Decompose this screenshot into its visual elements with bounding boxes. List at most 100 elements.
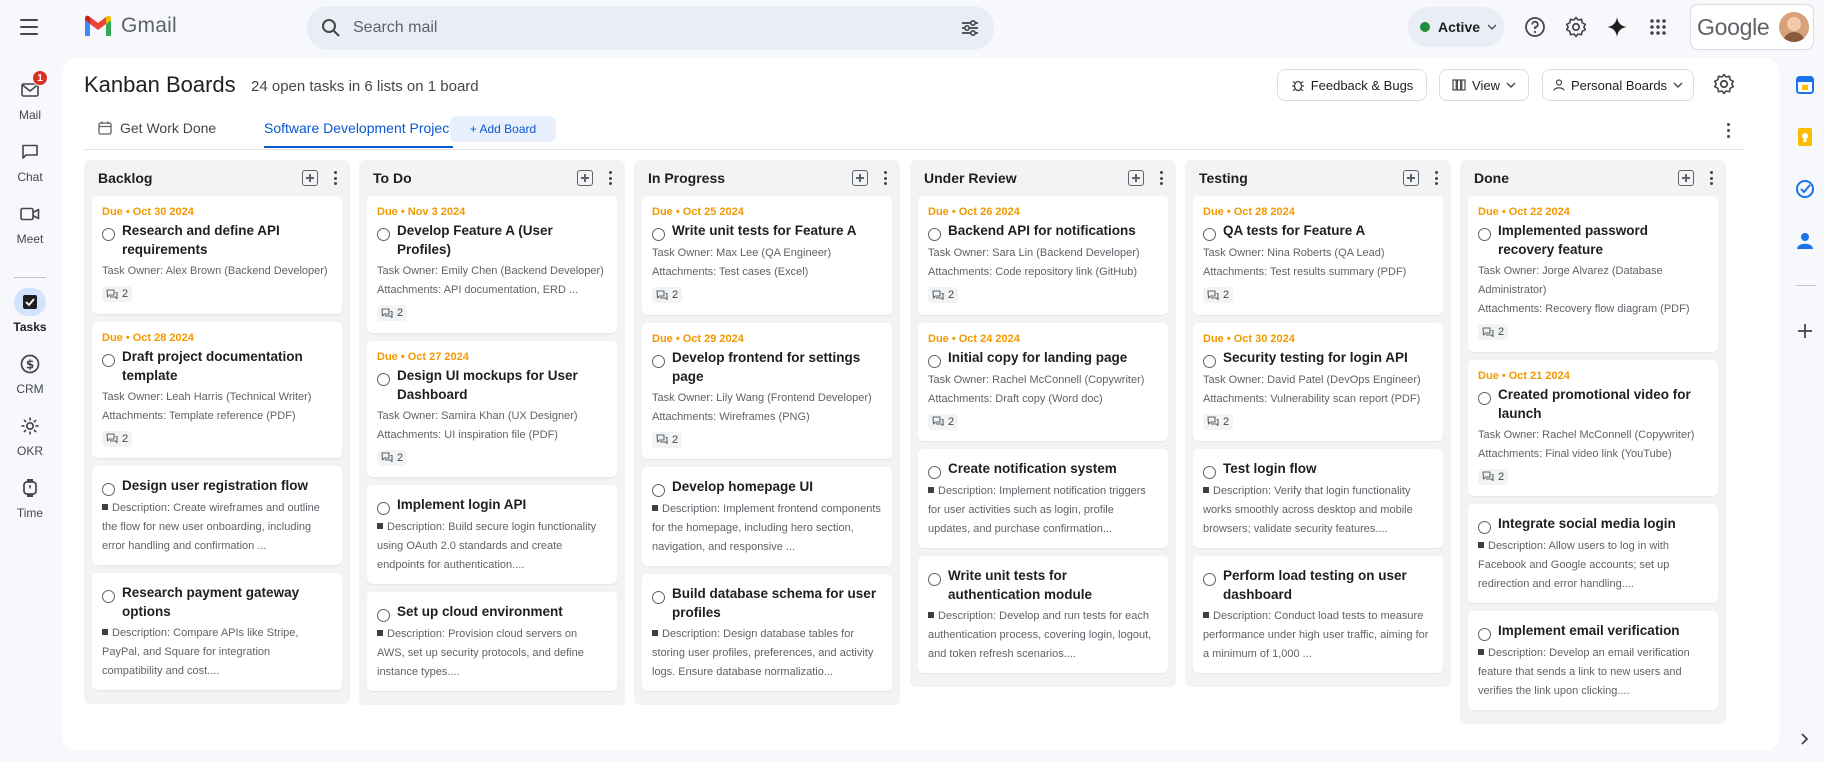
complete-task-checkbox[interactable] — [377, 372, 390, 386]
complete-task-checkbox[interactable] — [1478, 228, 1491, 241]
account-switcher[interactable]: Google — [1690, 4, 1814, 50]
task-card[interactable]: Due • Oct 29 2024 Develop frontend for se… — [642, 322, 892, 459]
gemini-sparkle-icon[interactable] — [1604, 14, 1630, 40]
column-menu-icon[interactable] — [1431, 170, 1441, 186]
search-icon[interactable] — [321, 18, 341, 38]
task-card[interactable]: Write unit tests for authentication modu… — [918, 556, 1168, 673]
task-card[interactable]: Due • Oct 25 2024 Write unit tests for Fe… — [642, 196, 892, 315]
task-card[interactable]: Due • Oct 22 2024 Implemented password re… — [1468, 196, 1718, 352]
complete-task-checkbox[interactable] — [1203, 228, 1216, 241]
complete-task-checkbox[interactable] — [102, 228, 115, 241]
complete-task-checkbox[interactable] — [928, 228, 941, 241]
add-task-icon[interactable] — [852, 170, 868, 186]
personal-boards-dropdown[interactable]: Personal Boards — [1542, 69, 1694, 101]
add-task-icon[interactable] — [302, 170, 318, 186]
task-card[interactable]: Implement email verification Description:… — [1468, 611, 1718, 710]
comments-count[interactable]: 2 — [1203, 287, 1234, 303]
comments-count[interactable]: 2 — [1478, 324, 1509, 340]
contacts-app-icon[interactable] — [1794, 230, 1816, 252]
task-card[interactable]: Perform load testing on user dashboard De… — [1193, 556, 1443, 673]
column-menu-icon[interactable] — [330, 170, 340, 186]
task-card[interactable]: Due • Oct 28 2024 Draft project documenta… — [92, 321, 342, 458]
column-menu-icon[interactable] — [1706, 170, 1716, 186]
complete-task-checkbox[interactable] — [1203, 466, 1216, 479]
add-task-icon[interactable] — [1128, 170, 1144, 186]
complete-task-checkbox[interactable] — [1203, 573, 1216, 586]
nav-item-meet[interactable]: Meet — [0, 200, 60, 246]
comments-count[interactable]: 2 — [102, 430, 133, 447]
task-card[interactable]: Set up cloud environment Description: Pro… — [367, 592, 617, 691]
comments-count[interactable]: 2 — [652, 287, 683, 303]
comments-count[interactable]: 2 — [928, 413, 959, 430]
task-card[interactable]: Due • Oct 21 2024 Created promotional vid… — [1468, 359, 1718, 496]
gmail-logo[interactable]: Gmail — [83, 14, 177, 38]
feedback-button[interactable]: Feedback & Bugs — [1277, 69, 1427, 101]
nav-item-chat[interactable]: Chat — [0, 138, 60, 184]
complete-task-checkbox[interactable] — [1478, 521, 1491, 534]
add-task-icon[interactable] — [1678, 170, 1694, 186]
apps-grid-icon[interactable] — [1645, 14, 1671, 40]
board-settings-gear-icon[interactable] — [1713, 73, 1735, 95]
settings-gear-icon[interactable] — [1563, 14, 1589, 40]
help-icon[interactable] — [1522, 14, 1548, 40]
complete-task-checkbox[interactable] — [928, 466, 941, 479]
add-task-icon[interactable] — [577, 170, 593, 186]
nav-item-mail[interactable]: 1 Mail — [0, 70, 60, 122]
add-board-button[interactable]: + Add Board — [450, 116, 556, 142]
column-menu-icon[interactable] — [1156, 170, 1166, 186]
search-bar[interactable] — [307, 6, 994, 50]
task-card[interactable]: Due • Oct 24 2024 Initial copy for landin… — [918, 322, 1168, 441]
expand-panel-chevron-icon[interactable] — [1794, 728, 1816, 750]
avatar[interactable] — [1779, 12, 1810, 42]
complete-task-checkbox[interactable] — [102, 483, 115, 496]
task-card[interactable]: Create notification system Description: I… — [918, 449, 1168, 548]
add-task-icon[interactable] — [1403, 170, 1419, 186]
complete-task-checkbox[interactable] — [652, 484, 665, 497]
complete-task-checkbox[interactable] — [652, 228, 665, 241]
comments-count[interactable]: 2 — [377, 305, 408, 321]
add-app-icon[interactable] — [1794, 320, 1816, 342]
comments-count[interactable]: 2 — [1478, 468, 1509, 485]
nav-item-tasks[interactable]: Tasks — [0, 288, 60, 334]
complete-task-checkbox[interactable] — [928, 573, 941, 586]
main-menu-icon[interactable] — [19, 17, 39, 37]
task-card[interactable]: Design user registration flow Description… — [92, 466, 342, 565]
complete-task-checkbox[interactable] — [377, 502, 390, 515]
status-dropdown[interactable]: Active — [1408, 7, 1504, 47]
complete-task-checkbox[interactable] — [102, 353, 115, 367]
task-card[interactable]: Due • Oct 30 2024 Research and define API… — [92, 196, 342, 314]
complete-task-checkbox[interactable] — [1203, 354, 1216, 368]
complete-task-checkbox[interactable] — [377, 228, 390, 241]
task-card[interactable]: Implement login API Description: Build se… — [367, 485, 617, 584]
complete-task-checkbox[interactable] — [102, 590, 115, 603]
search-options-icon[interactable] — [960, 18, 980, 38]
task-card[interactable]: Develop homepage UI Description: Implemen… — [642, 467, 892, 566]
search-input[interactable] — [353, 19, 960, 37]
complete-task-checkbox[interactable] — [928, 354, 941, 368]
nav-item-okr[interactable]: OKR — [0, 412, 60, 458]
keep-app-icon[interactable] — [1794, 126, 1816, 148]
view-dropdown[interactable]: View — [1439, 69, 1529, 101]
task-card[interactable]: Due • Oct 26 2024 Backend API for notific… — [918, 196, 1168, 315]
complete-task-checkbox[interactable] — [652, 354, 665, 368]
comments-count[interactable]: 2 — [102, 286, 133, 302]
column-menu-icon[interactable] — [880, 170, 890, 186]
task-card[interactable]: Research payment gateway options Descript… — [92, 573, 342, 690]
task-card[interactable]: Test login flow Description: Verify that … — [1193, 449, 1443, 548]
complete-task-checkbox[interactable] — [1478, 391, 1491, 405]
comments-count[interactable]: 2 — [1203, 413, 1234, 430]
task-card[interactable]: Due • Oct 28 2024 QA tests for Feature A T… — [1193, 196, 1443, 315]
task-card[interactable]: Build database schema for user profiles D… — [642, 574, 892, 691]
tasks-app-icon[interactable] — [1794, 178, 1816, 200]
comments-count[interactable]: 2 — [652, 431, 683, 448]
comments-count[interactable]: 2 — [377, 449, 408, 466]
task-card[interactable]: Due • Oct 30 2024 Security testing for lo… — [1193, 322, 1443, 441]
tab-get-work-done[interactable]: Get Work Done — [98, 108, 216, 148]
complete-task-checkbox[interactable] — [1478, 628, 1491, 641]
board-more-menu-icon[interactable] — [1718, 120, 1738, 140]
task-card[interactable]: Integrate social media login Description:… — [1468, 504, 1718, 603]
complete-task-checkbox[interactable] — [377, 609, 390, 622]
complete-task-checkbox[interactable] — [652, 591, 665, 604]
task-card[interactable]: Due • Oct 27 2024 Design UI mockups for U… — [367, 340, 617, 477]
nav-item-time[interactable]: Time — [0, 474, 60, 520]
